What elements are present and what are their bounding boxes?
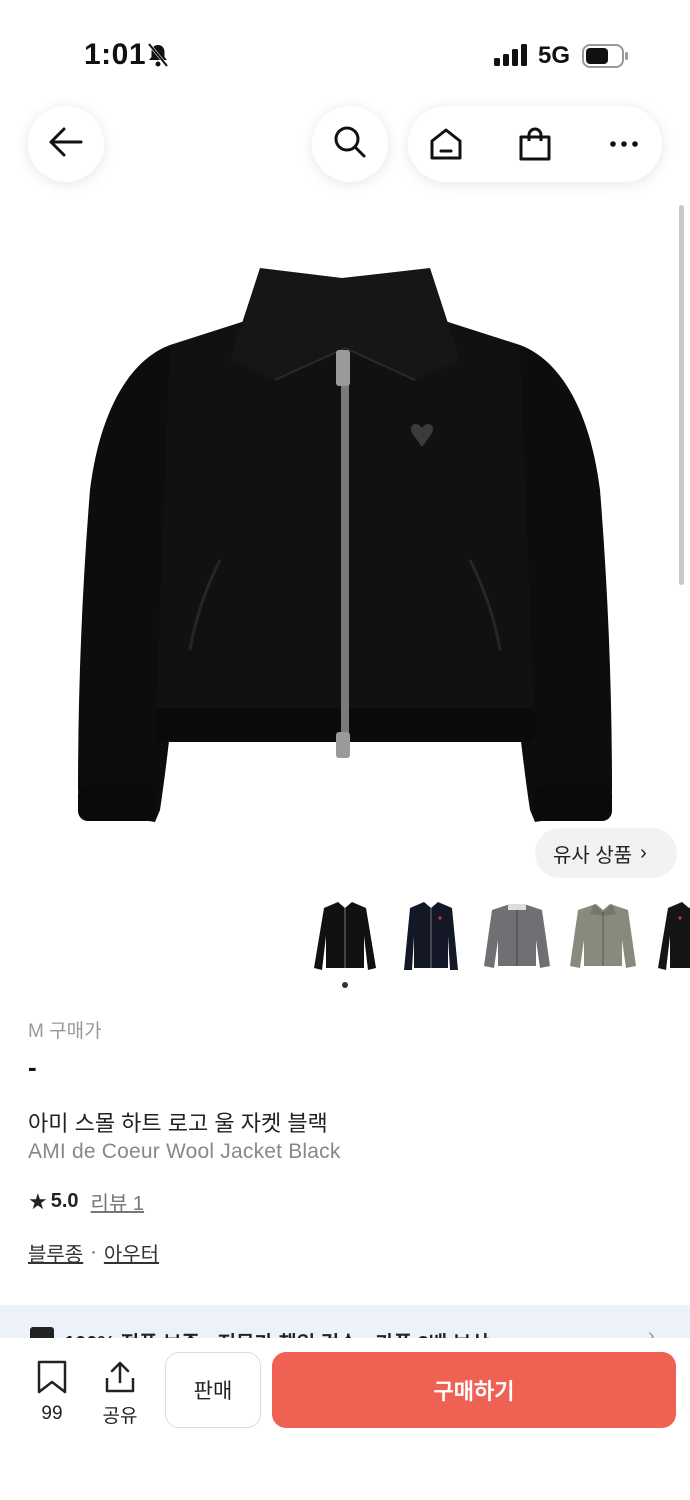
home-icon[interactable] [428,126,464,162]
arrow-left-icon [48,126,84,163]
category-link-blouson[interactable]: 블루종 [28,1238,83,1267]
status-time: 1:01 [84,38,147,71]
status-bar: 1:01 5G [0,0,690,100]
shopping-bag-icon[interactable] [517,126,553,162]
thumbnail-khaki-jacket[interactable] [564,896,642,976]
share-button[interactable]: 공유 [98,1360,142,1428]
product-image[interactable] [60,250,630,840]
search-button[interactable] [312,106,388,182]
scrollbar[interactable] [679,205,684,585]
thumbnail-navy-jacket[interactable] [392,896,470,976]
product-name-ko: 아미 스몰 하트 로고 울 자켓 블랙 [28,1111,328,1136]
sell-button[interactable]: 판매 [165,1352,261,1428]
authenticity-banner[interactable]: 100% 정품 보증 · 전문가 책임 검수 · 가품 3배 보상 › [0,1305,690,1341]
signal-icon [494,44,530,71]
review-link[interactable]: 리뷰 1 [91,1187,144,1216]
product-name-en: AMI de Coeur Wool Jacket Black [28,1140,341,1163]
thumbnail-black-jacket[interactable] [306,896,384,976]
back-button[interactable] [28,106,104,182]
buy-button[interactable]: 구매하기 [272,1352,676,1428]
share-icon [103,1361,137,1398]
rating-score: 5.0 [50,1190,79,1212]
thumbnail-black-jacket-2[interactable] [650,896,690,976]
share-label: 공유 [102,1406,138,1427]
search-icon [332,124,368,165]
price-value: - [28,1052,37,1082]
bell-mute-icon [146,42,170,73]
bottom-action-bar: 99 공유 판매 구매하기 [0,1338,690,1500]
wishlist-count: 99 [41,1403,63,1424]
battery-icon [582,44,630,73]
thumbnail-grey-jacket[interactable] [478,896,556,976]
chevron-right-icon: › [640,841,647,864]
nav-actions-group [408,106,662,182]
category-row: 블루종 · 아우터 [28,1238,159,1267]
size-price-label: M 구매가 [28,1021,102,1042]
wishlist-button[interactable]: 99 [30,1360,74,1425]
category-separator: · [90,1241,97,1263]
thumbnail-strip [0,896,690,976]
more-icon[interactable] [606,126,642,162]
star-icon: ★ [28,1188,48,1214]
similar-products-label: 유사 상품 [553,844,633,867]
gallery-page-indicator [342,982,348,988]
network-label: 5G [538,42,571,69]
bookmark-icon [36,1360,68,1398]
category-link-outer[interactable]: 아우터 [104,1238,159,1267]
rating-row: ★ 5.0 리뷰 1 [28,1187,144,1216]
similar-products-button[interactable]: 유사 상품 › [535,828,677,878]
